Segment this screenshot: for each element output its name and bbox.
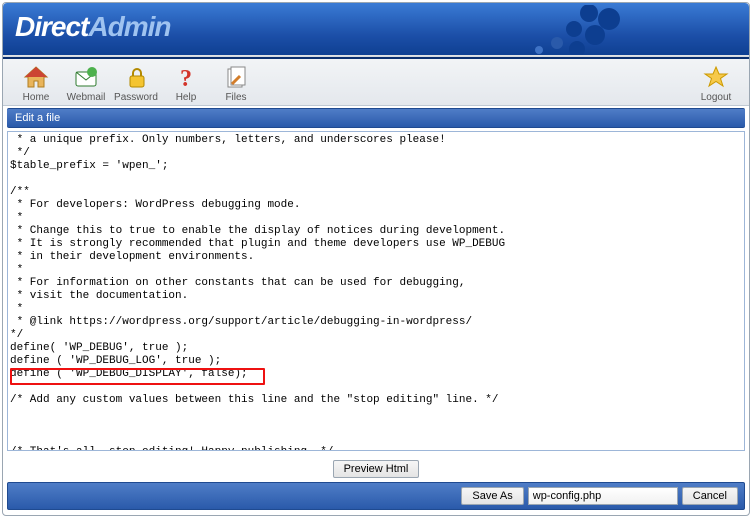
webmail-icon <box>71 63 101 91</box>
home-icon <box>21 63 51 91</box>
main-toolbar: Home Webmail Password ? Help Files <box>3 59 749 106</box>
lock-icon <box>121 63 151 91</box>
header-decoration-icon <box>519 5 639 59</box>
toolbar-home-label: Home <box>23 92 50 103</box>
toolbar-logout-label: Logout <box>701 92 732 103</box>
svg-text:?: ? <box>180 66 192 90</box>
star-icon <box>701 63 731 91</box>
header: DirectAdmin <box>3 3 749 59</box>
brand-logo: DirectAdmin <box>15 11 170 43</box>
file-editor-textarea[interactable] <box>7 131 745 451</box>
toolbar-files-label: Files <box>225 92 246 103</box>
editor-wrapper <box>7 131 745 456</box>
bottom-action-bar: Save As Cancel <box>7 482 745 510</box>
toolbar-home[interactable]: Home <box>11 63 61 103</box>
toolbar-help[interactable]: ? Help <box>161 63 211 103</box>
toolbar-webmail-label: Webmail <box>67 92 106 103</box>
toolbar-webmail[interactable]: Webmail <box>61 63 111 103</box>
toolbar-logout[interactable]: Logout <box>691 63 741 103</box>
cancel-button[interactable]: Cancel <box>682 487 738 505</box>
toolbar-help-label: Help <box>176 92 197 103</box>
preview-html-button[interactable]: Preview Html <box>333 460 420 478</box>
toolbar-password-label: Password <box>114 92 158 103</box>
question-icon: ? <box>171 63 201 91</box>
section-title: Edit a file <box>7 108 745 128</box>
save-as-button[interactable]: Save As <box>461 487 523 505</box>
filename-input[interactable] <box>528 487 678 505</box>
toolbar-password[interactable]: Password <box>111 63 161 103</box>
files-icon <box>221 63 251 91</box>
toolbar-files[interactable]: Files <box>211 63 261 103</box>
